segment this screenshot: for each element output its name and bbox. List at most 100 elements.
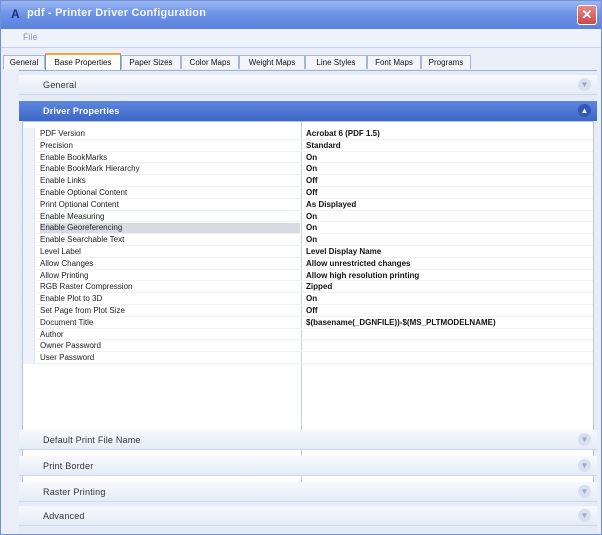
tab-paper-sizes[interactable]: Paper Sizes [121,55,181,69]
property-value[interactable]: Allow high resolution printing [306,271,591,281]
row-gutter [23,340,35,352]
tab-color-maps[interactable]: Color Maps [181,55,239,69]
row-gutter [23,293,35,304]
property-name: Enable Georeferencing [40,223,300,234]
property-name: Enable Plot to 3D [40,294,103,304]
property-row[interactable]: Enable BookMarks On [23,151,593,164]
property-row[interactable]: Enable Plot to 3D On [23,293,593,305]
app-icon: A [11,7,20,21]
property-row[interactable]: Level Label Level Display Name [23,246,593,258]
property-value[interactable]: $(basename(_DGNFILE))-$(MS_PLTMODELNAME) [306,318,591,328]
property-value[interactable]: On [306,235,591,245]
chevron-up-icon[interactable]: ▲ [578,104,591,117]
property-row[interactable]: Enable Optional Content Off [23,187,593,199]
property-row[interactable]: PDF Version Acrobat 6 (PDF 1.5) [23,128,593,140]
group-advanced-label: Advanced [43,511,85,521]
property-row[interactable]: Enable BookMark Hierarchy On [23,163,593,176]
group-raster-printing-header[interactable]: Raster Printing ▼ [19,482,597,502]
property-name: PDF Version [40,129,85,138]
chevron-down-icon[interactable]: ▼ [578,509,591,522]
tab-programs[interactable]: Programs [421,55,471,69]
property-name: Print Optional Content [40,199,119,209]
row-gutter [23,305,35,316]
property-row[interactable]: Document Title $(basename(_DGNFILE))-$(M… [23,316,593,329]
chevron-down-icon[interactable]: ▼ [578,459,591,472]
property-row[interactable]: User Password [23,352,593,364]
property-name: Document Title [40,317,94,327]
tab-weight-maps[interactable]: Weight Maps [239,55,305,69]
properties-panel: General ▼ Driver Properties ▲ PDF Versio… [19,71,597,533]
property-value[interactable]: On [306,223,591,233]
row-gutter [23,198,35,210]
group-default-print-file-name-label: Default Print File Name [43,435,141,445]
chevron-down-icon[interactable]: ▼ [578,78,591,91]
property-row[interactable]: Owner Password [23,340,593,353]
property-value[interactable]: Standard [306,141,591,151]
property-row[interactable]: Allow Printing Allow high resolution pri… [23,269,593,282]
property-name: Set Page from Plot Size [40,306,125,315]
row-gutter [23,269,35,281]
property-value[interactable]: Off [306,188,591,198]
tab-base-properties[interactable]: Base Properties [45,53,121,70]
group-general-header[interactable]: General ▼ [19,75,597,95]
property-row[interactable]: Enable Measuring On [23,210,593,223]
property-row[interactable]: Precision Standard [23,139,593,152]
row-gutter [23,175,35,186]
property-name: RGB Raster Compression [40,282,133,292]
property-name: Enable BookMark Hierarchy [40,164,140,174]
group-driver-properties-label: Driver Properties [43,106,120,116]
group-default-print-file-name-header[interactable]: Default Print File Name ▼ [19,430,597,450]
title-bar[interactable]: A pdf - Printer Driver Configuration ✕ [1,1,601,29]
property-value[interactable]: Acrobat 6 (PDF 1.5) [306,129,591,139]
chevron-down-icon[interactable]: ▼ [578,485,591,498]
property-value[interactable]: On [306,212,591,222]
property-row[interactable]: Allow Changes Allow unrestricted changes [23,257,593,270]
property-row[interactable]: Enable Searchable Text On [23,234,593,246]
property-name: Allow Changes [40,258,94,268]
row-gutter [23,352,35,363]
property-row[interactable]: RGB Raster Compression Zipped [23,281,593,294]
property-name: Author [40,329,64,339]
property-value[interactable]: Off [306,306,591,316]
menu-file[interactable]: File [23,32,38,42]
property-row[interactable]: Set Page from Plot Size Off [23,305,593,317]
property-name: Allow Printing [40,270,89,280]
property-value[interactable]: Allow unrestricted changes [306,259,591,269]
property-name: Enable BookMarks [40,152,108,162]
property-name: User Password [40,353,95,363]
property-name: Owner Password [40,341,101,351]
property-value[interactable]: Zipped [306,282,591,292]
row-gutter [23,316,35,328]
group-print-border-header[interactable]: Print Border ▼ [19,456,597,476]
property-row[interactable]: Author [23,328,593,341]
row-gutter [23,163,35,175]
property-name: Precision [40,140,73,150]
property-row-selected[interactable]: Enable Georeferencing On [23,222,593,235]
property-name: Level Label [40,247,81,256]
close-button[interactable]: ✕ [577,5,597,25]
printer-driver-config-window: A pdf - Printer Driver Configuration ✕ F… [0,0,602,535]
group-print-border-label: Print Border [43,461,94,471]
group-raster-printing-label: Raster Printing [43,487,106,497]
tab-line-styles[interactable]: Line Styles [305,55,367,69]
row-gutter [23,151,35,163]
property-row[interactable]: Enable Links Off [23,175,593,187]
property-value[interactable]: Off [306,176,591,186]
property-value[interactable]: As Displayed [306,200,591,210]
tab-font-maps[interactable]: Font Maps [367,55,421,69]
property-value[interactable]: On [306,164,591,174]
row-gutter [23,328,35,340]
property-name: Enable Links [40,176,86,186]
chevron-down-icon[interactable]: ▼ [578,433,591,446]
window-title: pdf - Printer Driver Configuration [27,7,207,19]
property-value[interactable]: On [306,294,591,304]
tab-general[interactable]: General [3,55,45,69]
property-row[interactable]: Print Optional Content As Displayed [23,198,593,211]
row-gutter [23,139,35,151]
property-value[interactable]: On [306,153,591,163]
group-advanced-header[interactable]: Advanced ▼ [19,506,597,526]
property-value[interactable]: Level Display Name [306,247,591,257]
group-driver-properties-header[interactable]: Driver Properties ▲ [19,101,597,121]
menu-bar: File [1,29,601,48]
row-gutter [23,246,35,257]
